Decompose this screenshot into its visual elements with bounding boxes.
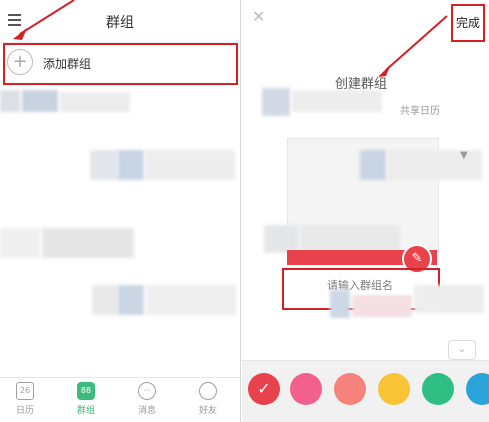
blurred-row: [90, 150, 118, 180]
blurred-row: [22, 90, 58, 112]
tab-label: 好友: [198, 406, 217, 416]
color-swatch-pink[interactable]: [290, 373, 322, 405]
bottom-tab-bar: 26 日历 88 群组 ··· 消息 好友: [0, 377, 240, 422]
blurred-row: [92, 285, 118, 315]
blurred-row: [42, 228, 134, 258]
blurred-row: [145, 150, 235, 180]
blurred-content: [292, 90, 382, 112]
color-swatch-salmon[interactable]: [334, 373, 366, 405]
blurred-content: [262, 88, 290, 116]
blurred-row: [0, 90, 20, 112]
tab-friends[interactable]: 好友: [188, 382, 228, 416]
tab-label: 日历: [15, 406, 34, 416]
color-swatch-green[interactable]: [422, 373, 454, 405]
color-swatch-red-selected[interactable]: ✓: [248, 373, 280, 405]
tab-groups[interactable]: 88 群组: [66, 382, 106, 416]
blurred-content: [352, 295, 412, 317]
blurred-content: [414, 285, 484, 313]
share-calendar-caption: 共享日历: [400, 106, 440, 117]
blurred-row: [0, 228, 40, 258]
annotation-arrow-left: [13, 0, 75, 40]
blurred-content: [360, 150, 386, 180]
expand-colors-button[interactable]: ⌄: [448, 340, 476, 360]
tab-messages[interactable]: ··· 消息: [127, 382, 167, 416]
blurred-row: [146, 285, 236, 315]
groups-icon: 88: [77, 382, 95, 400]
groups-screen: 群组 + 添加群组 26 日历 88 群组 ··· 消息 好友: [0, 0, 241, 422]
blurred-row: [60, 92, 130, 112]
close-icon[interactable]: ✕: [252, 9, 266, 25]
person-icon: [199, 382, 217, 400]
blurred-content: [300, 225, 400, 253]
blurred-content: [264, 225, 298, 253]
blurred-row: [118, 285, 144, 315]
create-group-screen: ✕ 完成 创建群组 共享日历 ▼ ✎ 请输入群组名 ⌄ ✓: [242, 0, 489, 422]
calendar-icon: 26: [16, 382, 34, 400]
blurred-row: [118, 150, 144, 180]
tab-label: 群组: [76, 406, 95, 416]
chevron-down-icon[interactable]: ▼: [460, 150, 468, 161]
highlight-done: [451, 4, 485, 42]
color-swatch-yellow[interactable]: [378, 373, 410, 405]
message-icon: ···: [138, 382, 156, 400]
tab-label: 消息: [137, 406, 156, 416]
blurred-content: [330, 290, 350, 318]
tab-calendar[interactable]: 26 日历: [5, 382, 45, 416]
